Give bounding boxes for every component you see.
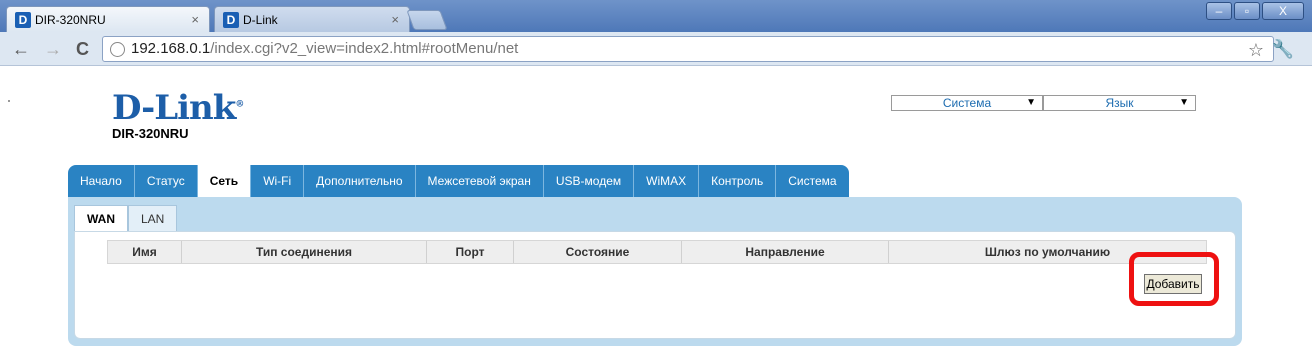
registered-mark: ® (235, 99, 244, 110)
menu-item-firewall[interactable]: Межсетевой экран (415, 165, 544, 197)
close-tab-icon[interactable]: × (191, 12, 199, 27)
column-header-direction: Направление (682, 241, 889, 263)
tab-title: D-Link (243, 12, 278, 27)
browser-toolbar: ← → C 192.168.0.1/index.cgi?v2_view=inde… (0, 32, 1312, 66)
column-header-port: Порт (427, 241, 514, 263)
subtabs: WAN LAN (74, 205, 178, 231)
menu-item-advanced[interactable]: Дополнительно (304, 165, 416, 197)
close-window-button[interactable]: X (1262, 2, 1304, 20)
main-menu: Начало Статус Сеть Wi-Fi Дополнительно М… (68, 165, 849, 197)
dlink-favicon-icon: D (223, 11, 239, 28)
logo-text: D-Link (112, 88, 236, 128)
subtab-lan[interactable]: LAN (128, 205, 178, 231)
wan-list-area: Имя Тип соединения Порт Состояние Направ… (74, 231, 1236, 339)
column-header-state: Состояние (514, 241, 682, 263)
menu-item-control[interactable]: Контроль (699, 165, 777, 197)
globe-icon (110, 42, 125, 57)
menu-item-status[interactable]: Статус (134, 165, 198, 197)
stray-dot (8, 100, 10, 102)
browser-tab-1[interactable]: D DIR-320NRU × (6, 6, 210, 32)
subtab-wan[interactable]: WAN (74, 205, 128, 231)
menu-item-system[interactable]: Система (776, 165, 849, 197)
address-bar[interactable]: 192.168.0.1/index.cgi?v2_view=index2.htm… (102, 36, 1274, 62)
system-select-label: Система (942, 96, 992, 110)
url-path: /index.cgi?v2_view=index2.html#rootMenu/… (210, 40, 519, 57)
content-panel: WAN LAN Имя Тип соединения Порт Состояни… (68, 197, 1242, 346)
new-tab-button[interactable] (406, 10, 448, 30)
dlink-logo: D-Link® (112, 88, 244, 128)
dropdown-arrow-icon: ▼ (1026, 97, 1036, 108)
column-header-name: Имя (108, 241, 182, 263)
language-select-label: Язык (1105, 96, 1134, 110)
dlink-favicon-icon: D (15, 11, 31, 28)
back-icon[interactable]: ← (12, 39, 30, 60)
tab-title: DIR-320NRU (35, 12, 106, 27)
add-button[interactable]: Добавить (1144, 274, 1202, 294)
window-controls: – ▫ X (1206, 2, 1304, 20)
reload-icon[interactable]: C (76, 39, 89, 60)
maximize-button[interactable]: ▫ (1234, 2, 1260, 20)
browser-titlebar: D DIR-320NRU × D D-Link × – ▫ X (0, 0, 1312, 32)
minimize-button[interactable]: – (1206, 2, 1232, 20)
menu-item-home[interactable]: Начало (68, 165, 135, 197)
star-icon[interactable]: ☆ (1248, 40, 1264, 61)
language-select[interactable]: Язык ▼ (1043, 95, 1196, 111)
menu-item-wimax[interactable]: WiMAX (634, 165, 700, 197)
column-header-type: Тип соединения (182, 241, 427, 263)
menu-item-wifi[interactable]: Wi-Fi (251, 165, 305, 197)
system-select[interactable]: Система ▼ (891, 95, 1043, 111)
url-host: 192.168.0.1 (131, 40, 211, 57)
menu-item-usb-modem[interactable]: USB-модем (543, 165, 635, 197)
forward-icon[interactable]: → (44, 39, 62, 60)
dropdown-arrow-icon: ▼ (1179, 97, 1189, 108)
table-header: Имя Тип соединения Порт Состояние Направ… (107, 240, 1207, 264)
close-tab-icon[interactable]: × (391, 12, 399, 27)
menu-item-network[interactable]: Сеть (197, 165, 252, 197)
model-name: DIR-320NRU (112, 126, 189, 141)
wrench-icon[interactable]: 🔧 (1272, 39, 1294, 60)
browser-tab-2[interactable]: D D-Link × (214, 6, 410, 32)
